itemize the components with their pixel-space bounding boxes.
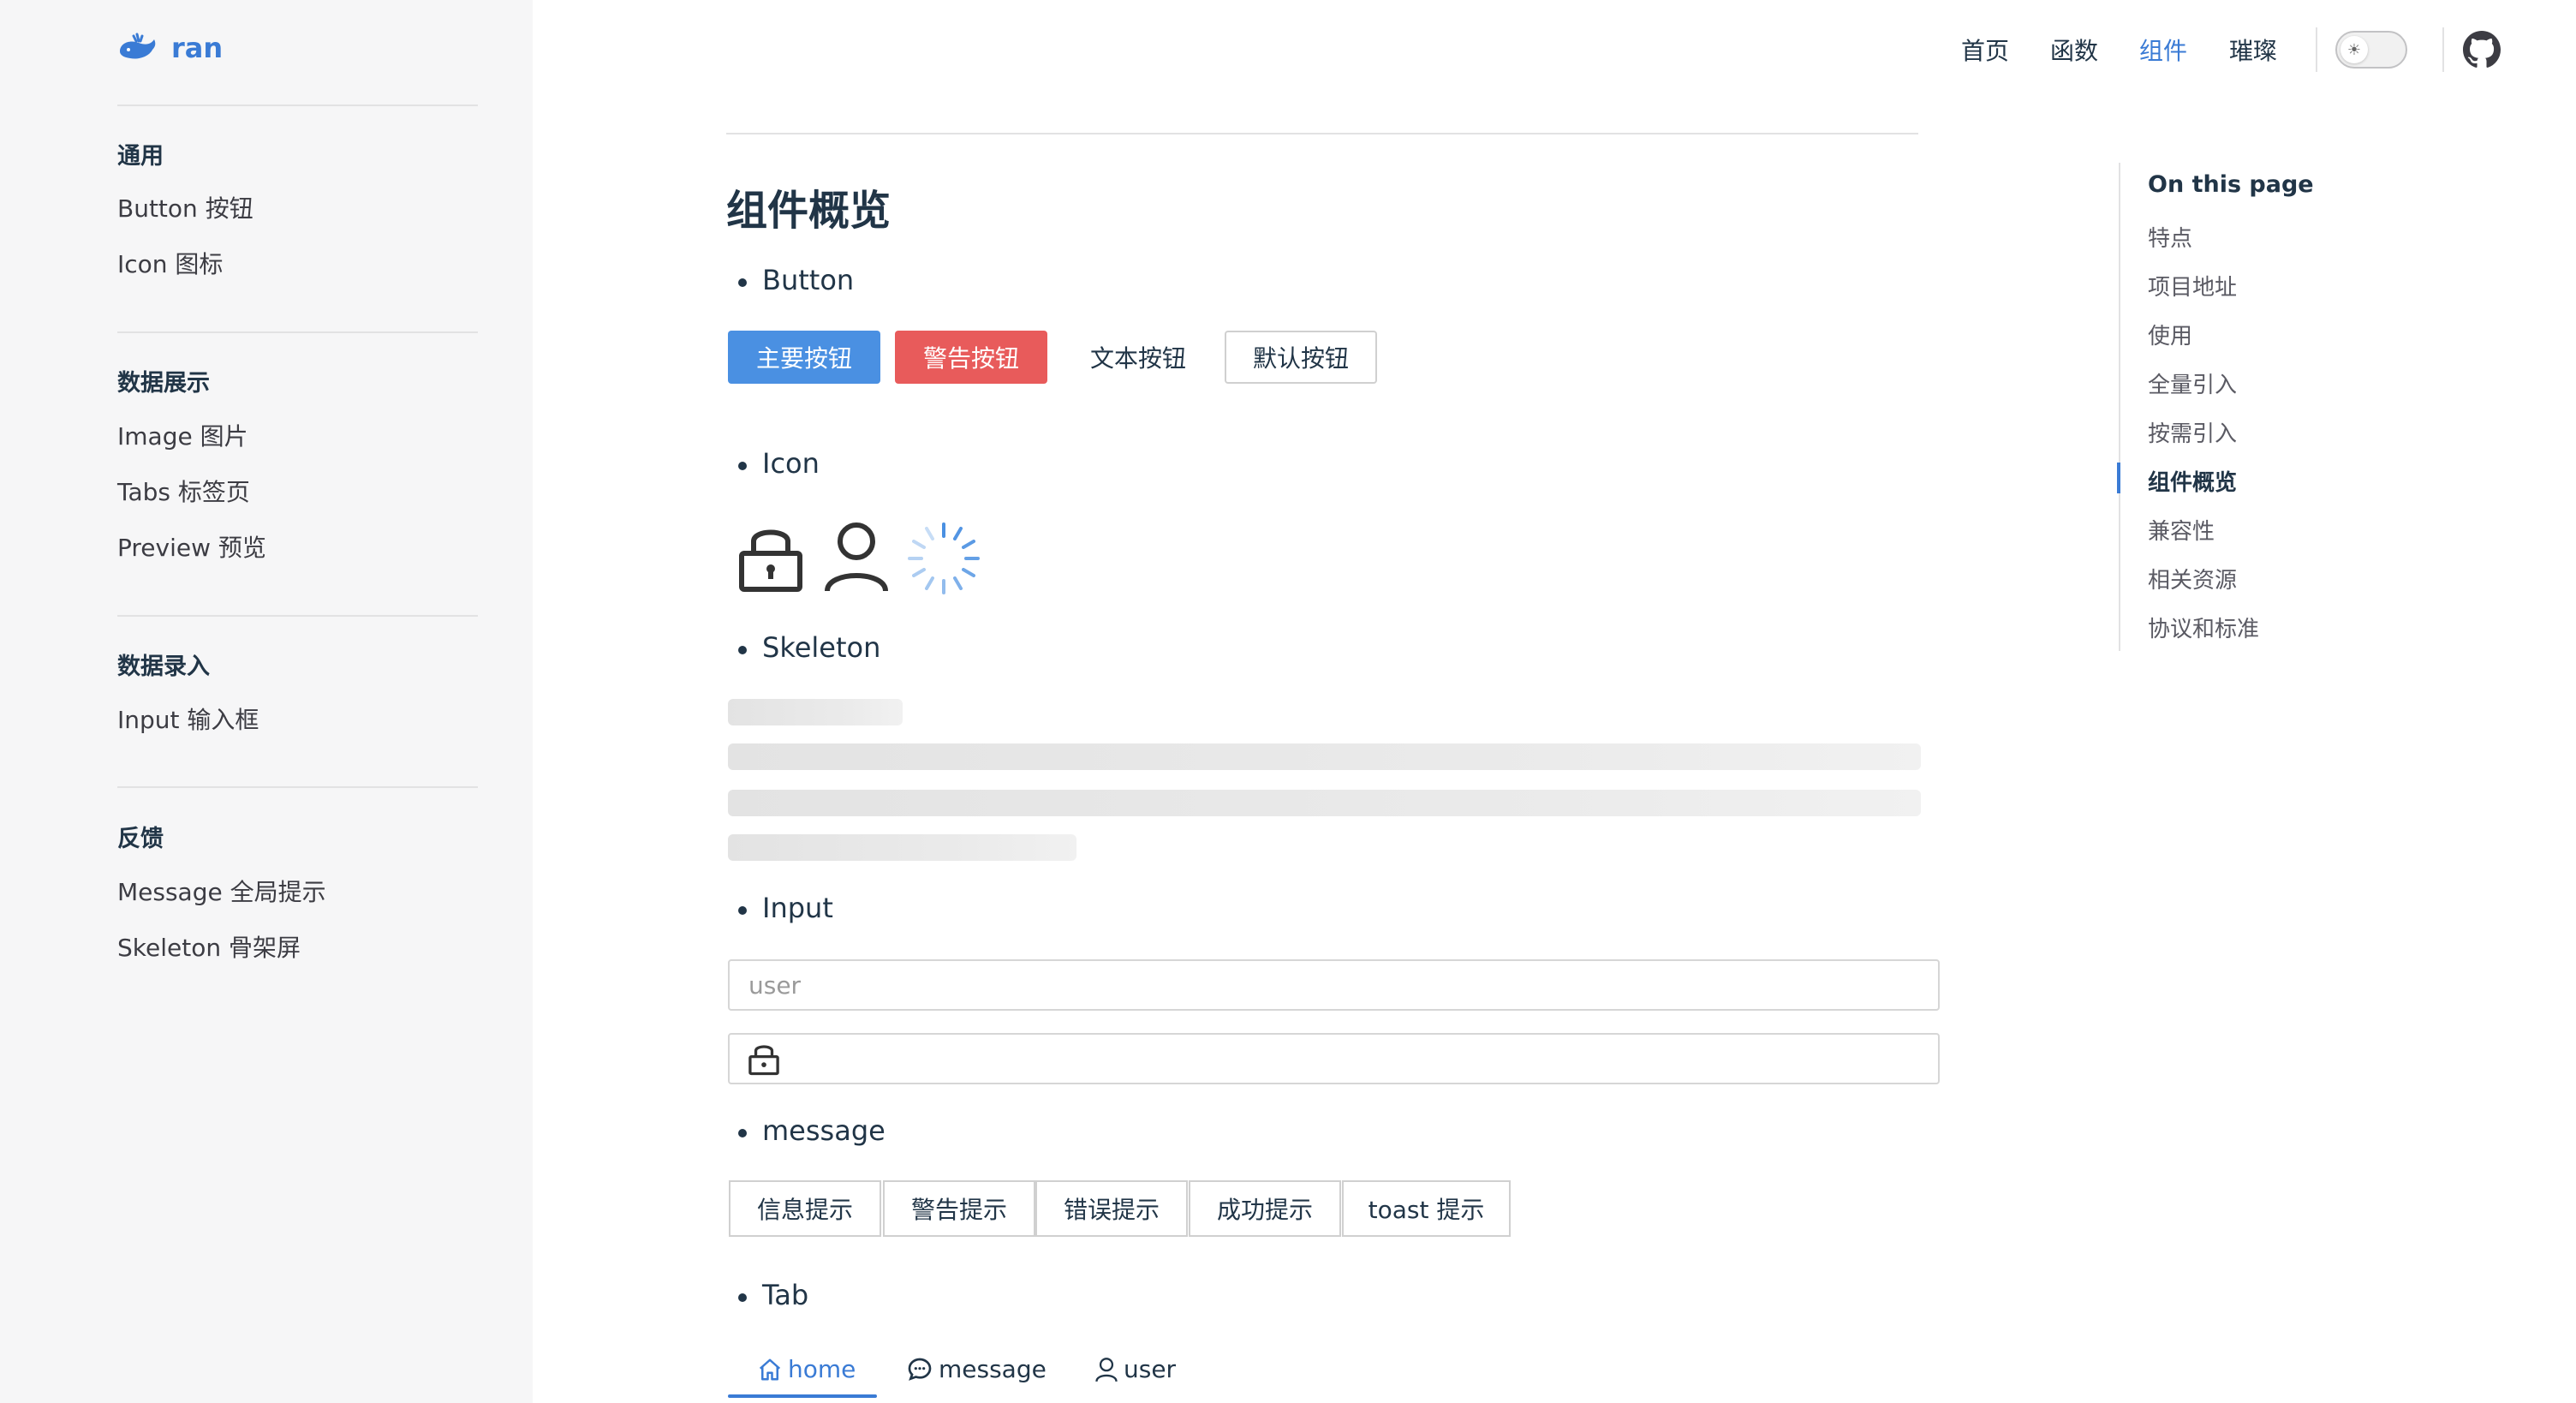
tab-home[interactable]: home	[757, 1355, 856, 1383]
sidebar-item-skeleton[interactable]: Skeleton 骨架屏	[117, 929, 301, 964]
loading-spinner-icon	[908, 522, 980, 594]
sidebar-group-title: 数据展示	[117, 370, 210, 397]
sidebar-divider	[117, 104, 478, 106]
sidebar-divider	[117, 615, 478, 617]
toc-item-component-overview[interactable]: 组件概览	[2148, 465, 2237, 497]
section-heading-button: Button	[738, 264, 854, 296]
success-message-button[interactable]: 成功提示	[1189, 1180, 1341, 1237]
warning-message-button[interactable]: 警告提示	[883, 1180, 1035, 1237]
section-heading-tab: Tab	[738, 1279, 808, 1311]
info-message-button[interactable]: 信息提示	[729, 1180, 881, 1237]
user-icon	[1095, 1357, 1118, 1382]
toc-item-usage[interactable]: 使用	[2148, 319, 2192, 350]
toc-item-project-address[interactable]: 项目地址	[2148, 270, 2237, 301]
toc-title: On this page	[2148, 171, 2314, 198]
nav-divider	[2442, 27, 2444, 72]
toc-item-compatibility[interactable]: 兼容性	[2148, 514, 2215, 546]
logo[interactable]: ran	[116, 31, 223, 65]
nav-item-functions[interactable]: 函数	[2050, 33, 2098, 67]
content-divider	[726, 133, 1918, 134]
toc-item-full-import[interactable]: 全量引入	[2148, 367, 2237, 399]
sidebar-item-preview[interactable]: Preview 预览	[117, 529, 266, 564]
lock-icon	[748, 1045, 779, 1076]
github-icon[interactable]	[2463, 31, 2501, 69]
error-message-button[interactable]: 错误提示	[1035, 1180, 1188, 1237]
sidebar-group-title: 反馈	[117, 826, 164, 852]
skeleton-bar	[728, 834, 1076, 861]
logo-text: ran	[171, 32, 224, 64]
whale-logo-icon	[120, 33, 156, 59]
skeleton-bar	[728, 790, 1921, 816]
tab-active-indicator	[728, 1394, 877, 1398]
sidebar: ran 通用 Button 按钮 Icon 图标 数据展示 Image 图片 T…	[0, 0, 533, 1403]
toc-item-features[interactable]: 特点	[2148, 221, 2192, 253]
nav-item-showcase[interactable]: 璀璨	[2229, 33, 2277, 67]
toc-item-license[interactable]: 协议和标准	[2148, 612, 2259, 643]
section-heading-message: message	[738, 1114, 886, 1147]
chat-icon	[908, 1358, 932, 1381]
default-button[interactable]: 默认按钮	[1225, 331, 1377, 384]
sidebar-group-title: 数据录入	[117, 654, 210, 680]
tab-user[interactable]: user	[1094, 1355, 1176, 1383]
sidebar-divider	[117, 331, 478, 333]
nav-item-home[interactable]: 首页	[1961, 33, 2009, 67]
section-heading-icon: Icon	[738, 447, 820, 480]
page-title: 组件概览	[726, 187, 891, 235]
nav-item-components[interactable]: 组件	[2139, 33, 2187, 67]
skeleton-bar	[728, 743, 1921, 770]
home-icon	[759, 1358, 781, 1380]
nav-divider	[2316, 27, 2317, 72]
toc-active-indicator	[2117, 463, 2120, 493]
skeleton-bar	[728, 699, 903, 725]
section-heading-input: Input	[738, 892, 833, 924]
sidebar-item-input[interactable]: Input 输入框	[117, 702, 259, 736]
text-button[interactable]: 文本按钮	[1062, 331, 1214, 384]
sidebar-divider	[117, 786, 478, 788]
input-placeholder: user	[748, 970, 802, 1000]
toc-item-on-demand-import[interactable]: 按需引入	[2148, 416, 2237, 448]
tab-message[interactable]: message	[906, 1355, 1046, 1383]
lock-icon	[739, 529, 802, 592]
sidebar-item-message[interactable]: Message 全局提示	[117, 874, 326, 908]
sidebar-item-button[interactable]: Button 按钮	[117, 190, 253, 224]
section-heading-skeleton: Skeleton	[738, 631, 880, 664]
theme-toggle[interactable]: ☀	[2335, 31, 2407, 69]
toc-track	[2119, 163, 2120, 651]
toc-item-resources[interactable]: 相关资源	[2148, 563, 2237, 594]
sun-icon: ☀	[2340, 36, 2368, 63]
primary-button[interactable]: 主要按钮	[728, 331, 880, 384]
password-input[interactable]	[728, 1033, 1940, 1084]
toast-message-button[interactable]: toast 提示	[1342, 1180, 1511, 1237]
user-input[interactable]: user	[728, 959, 1940, 1011]
sidebar-item-image[interactable]: Image 图片	[117, 418, 248, 452]
sidebar-item-tabs[interactable]: Tabs 标签页	[117, 474, 250, 508]
sidebar-item-icon[interactable]: Icon 图标	[117, 246, 223, 280]
sidebar-group-title: 通用	[117, 143, 164, 170]
user-icon	[825, 522, 888, 592]
warning-button[interactable]: 警告按钮	[895, 331, 1047, 384]
